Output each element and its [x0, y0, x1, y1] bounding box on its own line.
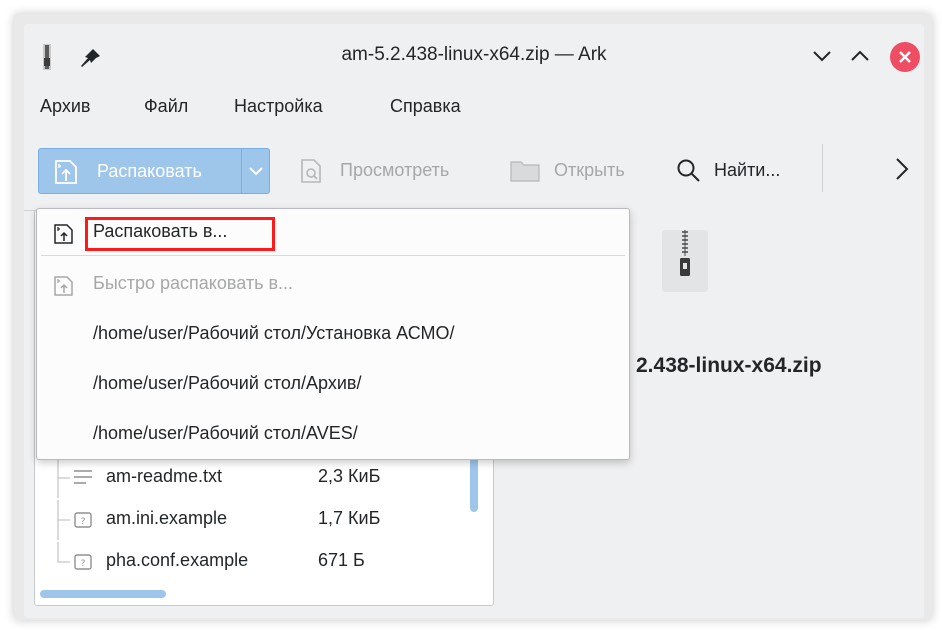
- unknown-file-icon: ?: [74, 554, 92, 570]
- tree-branch: [57, 542, 70, 563]
- preview-button[interactable]: Просмотреть: [340, 160, 449, 181]
- quick-extract-label: Быстро распаковать в...: [93, 273, 294, 293]
- file-size: 671 Б: [318, 550, 365, 570]
- svg-text:?: ?: [81, 517, 86, 527]
- horizontal-scrollbar[interactable]: [40, 590, 166, 598]
- svg-text:?: ?: [81, 559, 86, 569]
- title-bar[interactable]: am-5.2.438-linux-x64.zip — Ark: [24, 24, 924, 86]
- extract-label: Распаковать: [97, 161, 202, 181]
- menu-item-quick-extract[interactable]: Быстро распаковать в...: [37, 261, 629, 309]
- extract-icon: [55, 160, 77, 184]
- menu-help[interactable]: Справка: [390, 96, 461, 117]
- file-name: am-readme.txt: [106, 466, 223, 486]
- zip-archive-icon: [662, 230, 708, 292]
- menu-item-recent-path[interactable]: /home/user/Рабочий стол/AVES/: [37, 411, 629, 459]
- extract-dropdown-button[interactable]: [242, 149, 270, 193]
- tree-branch: [57, 458, 70, 498]
- vertical-scrollbar[interactable]: [470, 454, 478, 512]
- search-icon: [677, 159, 700, 182]
- file-name: am.ini.example: [106, 508, 228, 528]
- file-name: pha.conf.example: [106, 550, 249, 570]
- recent-path-label: /home/user/Рабочий стол/Установка АСМО/: [93, 323, 455, 343]
- close-icon: [899, 51, 911, 63]
- archive-name: 2.438-linux-x64.zip: [636, 354, 822, 377]
- close-button[interactable]: [890, 42, 920, 72]
- chevron-down-icon: [249, 167, 263, 176]
- extract-button[interactable]: Распаковать: [39, 149, 241, 193]
- find-button[interactable]: Найти...: [714, 160, 780, 181]
- menu-settings[interactable]: Настройка: [234, 96, 323, 117]
- menu-item-recent-path[interactable]: /home/user/Рабочий стол/Архив/: [37, 361, 629, 409]
- text-file-icon: [74, 470, 92, 484]
- maximize-button[interactable]: [844, 40, 876, 72]
- highlight-annotation: [85, 217, 275, 251]
- file-row-pha-conf[interactable]: ? pha.conf.example 671 Б: [46, 542, 466, 582]
- extract-icon: [54, 224, 73, 244]
- tree-branch: [57, 500, 70, 540]
- menu-item-recent-path[interactable]: /home/user/Рабочий стол/Установка АСМО/: [37, 311, 629, 359]
- toolbar: Распаковать Просмотреть Открыть Найти...: [24, 144, 924, 208]
- minimize-button[interactable]: [806, 40, 838, 72]
- extract-icon: [54, 276, 73, 296]
- unknown-file-icon: ?: [74, 512, 92, 528]
- folder-icon: [510, 161, 540, 182]
- window-title: am-5.2.438-linux-x64.zip — Ark: [341, 44, 607, 65]
- menu-archive[interactable]: Архив: [40, 96, 90, 117]
- menu-separator: [41, 255, 625, 256]
- file-size: 2,3 КиБ: [318, 466, 381, 486]
- menu-bar: Архив Файл Настройка Справка: [24, 86, 924, 130]
- file-size: 1,7 КиБ: [318, 508, 381, 528]
- menu-file[interactable]: Файл: [144, 96, 188, 117]
- extract-dropdown-menu: Распаковать в... Быстро распаковать в...…: [36, 208, 630, 460]
- chevron-down-icon: [813, 51, 831, 62]
- recent-path-label: /home/user/Рабочий стол/Архив/: [93, 373, 362, 393]
- file-row-am-readme[interactable]: am-readme.txt 2,3 КиБ: [46, 458, 466, 498]
- chevron-up-icon: [851, 50, 869, 61]
- chevron-right-icon[interactable]: [892, 154, 912, 184]
- toolbar-divider: [822, 144, 823, 192]
- extract-split-button: Распаковать: [38, 148, 270, 194]
- menu-item-extract-to[interactable]: Распаковать в...: [37, 209, 629, 257]
- open-button[interactable]: Открыть: [554, 160, 625, 181]
- preview-icon: [301, 159, 321, 183]
- recent-path-label: /home/user/Рабочий стол/AVES/: [93, 423, 358, 443]
- file-row-am-ini[interactable]: ? am.ini.example 1,7 КиБ: [46, 500, 466, 540]
